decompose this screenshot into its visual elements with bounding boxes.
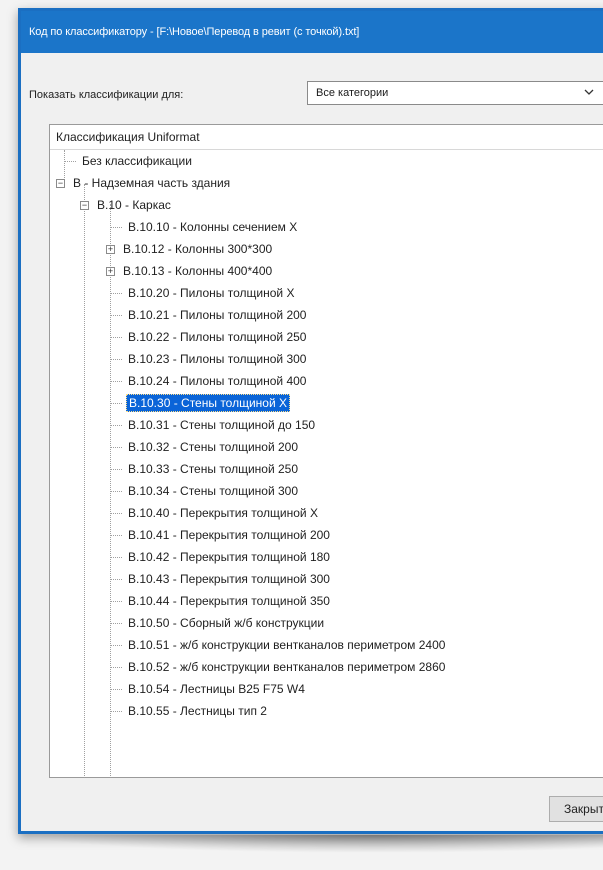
tree-item-selected[interactable]: B.10.30 - Стены толщиной Х — [110, 392, 291, 414]
close-button[interactable]: Закрыть — [549, 796, 603, 822]
tree-item[interactable]: B.10.32 - Стены толщиной 200 — [110, 436, 300, 458]
tree-header-label: Классификация Uniformat — [56, 130, 200, 144]
tree-item[interactable]: + B.10.12 - Колонны 300*300 — [106, 238, 274, 260]
tree-line — [110, 380, 122, 382]
tree-item-label: B.10.32 - Стены толщиной 200 — [128, 440, 299, 454]
tree-item-label: B.10.41 - Перекрытия толщиной 200 — [128, 528, 330, 542]
tree-line — [110, 292, 122, 294]
window-title: Код по классификатору - [F:\Новое\Перево… — [29, 26, 360, 38]
tree-line — [110, 424, 122, 426]
close-button-label: Закрыть — [564, 802, 603, 816]
tree-item[interactable]: B.10.54 - Лестницы B25 F75 W4 — [110, 678, 307, 700]
tree-item-label: B.10.23 - Пилоны толщиной 300 — [128, 352, 307, 366]
tree-item[interactable]: B.10.21 - Пилоны толщиной 200 — [110, 304, 308, 326]
tree-line — [110, 666, 122, 668]
tree-item[interactable]: B.10.23 - Пилоны толщиной 300 — [110, 348, 308, 370]
dropdown-value: Все категории — [316, 87, 389, 99]
tree-item-label: B.10.24 - Пилоны толщиной 400 — [128, 374, 307, 388]
tree-line — [110, 402, 122, 404]
tree-item[interactable]: B.10.41 - Перекрытия толщиной 200 — [110, 524, 332, 546]
tree-item-label: B.10.33 - Стены толщиной 250 — [128, 462, 299, 476]
tree-line — [110, 622, 122, 624]
tree-line — [110, 490, 122, 492]
title-bar: Код по классификатору - [F:\Новое\Перево… — [21, 11, 603, 53]
tree-item[interactable]: B.10.20 - Пилоны толщиной Х — [110, 282, 296, 304]
tree-item[interactable]: B.10.44 - Перекрытия толщиной 350 — [110, 590, 332, 612]
tree-line — [110, 534, 122, 536]
tree-item-label: B.10.50 - Сборный ж/б конструкции — [128, 616, 325, 630]
tree-item-label: B.10.40 - Перекрытия толщиной Х — [128, 506, 318, 520]
tree-item[interactable]: − B.10 - Каркас — [80, 194, 173, 216]
classification-tree[interactable]: Классификация Uniformat Без классификаци… — [49, 124, 603, 778]
tree-line — [110, 688, 122, 690]
tree-line — [110, 358, 122, 360]
tree-item-label: B.10.55 - Лестницы тип 2 — [128, 704, 267, 718]
classification-code-dialog: Код по классификатору - [F:\Новое\Перево… — [18, 8, 603, 834]
tree-item-label: B.10.43 - Перекрытия толщиной 300 — [128, 572, 330, 586]
tree-item-label: B.10.12 - Колонны 300*300 — [123, 242, 273, 256]
tree-item-label: Без классификации — [82, 154, 192, 168]
tree-item[interactable]: B.10.51 - ж/б конструкции вентканалов пе… — [110, 634, 447, 656]
tree-item[interactable]: B.10.33 - Стены толщиной 250 — [110, 458, 300, 480]
tree-item[interactable]: B.10.42 - Перекрытия толщиной 180 — [110, 546, 332, 568]
collapse-icon[interactable]: − — [80, 200, 89, 210]
tree-item[interactable]: B.10.50 - Сборный ж/б конструкции — [110, 612, 326, 634]
chevron-down-icon — [582, 85, 596, 99]
tree-line — [110, 578, 122, 580]
tree-line — [110, 644, 122, 646]
window-shadow — [30, 835, 603, 853]
collapse-icon[interactable]: − — [56, 178, 65, 188]
tree-column-header: Классификация Uniformat — [50, 125, 603, 150]
tree-line — [110, 468, 122, 470]
tree-item[interactable]: B.10.24 - Пилоны толщиной 400 — [110, 370, 308, 392]
tree-item-label: B.10.42 - Перекрытия толщиной 180 — [128, 550, 330, 564]
expand-icon[interactable]: + — [106, 244, 115, 254]
tree-item-label: B.10.20 - Пилоны толщиной Х — [128, 286, 295, 300]
tree-item[interactable]: B.10.55 - Лестницы тип 2 — [110, 700, 269, 722]
tree-item-label: B.10.21 - Пилоны толщиной 200 — [128, 308, 307, 322]
tree-item-label: B.10.34 - Стены толщиной 300 — [128, 484, 299, 498]
tree-item[interactable]: B.10.10 - Колонны сечением Х — [110, 216, 299, 238]
tree-line — [110, 600, 122, 602]
tree-item[interactable]: B.10.40 - Перекрытия толщиной Х — [110, 502, 320, 524]
tree-item-label: B.10.51 - ж/б конструкции вентканалов пе… — [128, 638, 446, 652]
filter-label: Показать классификации для: — [29, 89, 184, 101]
tree-item[interactable]: B.10.52 - ж/б конструкции вентканалов пе… — [110, 656, 447, 678]
tree-item[interactable]: + B.10.13 - Колонны 400*400 — [106, 260, 274, 282]
tree-line — [110, 446, 122, 448]
tree-item[interactable]: B.10.22 - Пилоны толщиной 250 — [110, 326, 308, 348]
tree-item-label: B.10.10 - Колонны сечением Х — [128, 220, 298, 234]
tree-line — [110, 556, 122, 558]
tree-line — [110, 314, 122, 316]
expand-icon[interactable]: + — [106, 266, 115, 276]
tree-item[interactable]: Без классификации — [64, 150, 194, 172]
category-dropdown[interactable]: Все категории — [307, 81, 603, 105]
tree-item[interactable]: B.10.31 - Стены толщиной до 150 — [110, 414, 317, 436]
tree-item[interactable]: − B - Надземная часть здания — [56, 172, 232, 194]
tree-item-label: B - Надземная часть здания — [73, 176, 231, 190]
tree-line — [110, 336, 122, 338]
tree-item-label: B.10.30 - Стены толщиной Х — [126, 394, 291, 412]
tree-line — [110, 226, 122, 228]
tree-line — [110, 710, 122, 712]
tree-item-label: B.10.31 - Стены толщиной до 150 — [128, 418, 316, 432]
tree-item-label: B.10.22 - Пилоны толщиной 250 — [128, 330, 307, 344]
tree-item-label: B.10.52 - ж/б конструкции вентканалов пе… — [128, 660, 446, 674]
category-filter-row: Показать классификации для: Все категори… — [29, 81, 603, 107]
tree-item[interactable]: B.10.34 - Стены толщиной 300 — [110, 480, 300, 502]
tree-item-label: B.10.54 - Лестницы B25 F75 W4 — [128, 682, 305, 696]
tree-line — [64, 160, 76, 162]
tree-item[interactable]: B.10.43 - Перекрытия толщиной 300 — [110, 568, 332, 590]
tree-line — [110, 512, 122, 514]
tree-item-label: B.10.13 - Колонны 400*400 — [123, 264, 273, 278]
tree-item-label: B.10.44 - Перекрытия толщиной 350 — [128, 594, 330, 608]
tree-item-label: B.10 - Каркас — [97, 198, 171, 212]
tree-line — [84, 184, 85, 777]
